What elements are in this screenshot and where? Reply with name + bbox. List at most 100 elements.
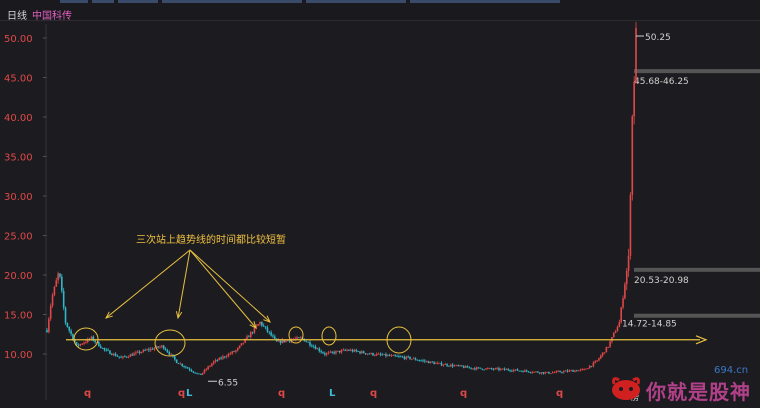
candle[interactable]: [186, 366, 189, 369]
candle[interactable]: [511, 369, 513, 373]
candle[interactable]: [416, 359, 419, 361]
candle[interactable]: [509, 369, 511, 373]
candle[interactable]: [174, 355, 176, 362]
candle[interactable]: [242, 342, 245, 345]
candle[interactable]: [109, 350, 111, 355]
candle[interactable]: [437, 361, 439, 365]
candle[interactable]: [233, 350, 235, 353]
candle[interactable]: [422, 358, 424, 363]
candle[interactable]: [209, 365, 211, 368]
candle[interactable]: [538, 372, 541, 375]
candle[interactable]: [57, 271, 59, 284]
candle[interactable]: [183, 365, 185, 369]
candle[interactable]: [162, 344, 165, 350]
candle[interactable]: [196, 372, 198, 375]
candle[interactable]: [325, 352, 328, 357]
candle[interactable]: [251, 331, 254, 335]
candle[interactable]: [111, 352, 113, 356]
candle[interactable]: [531, 370, 534, 374]
candle[interactable]: [225, 354, 228, 359]
candle[interactable]: [309, 340, 311, 348]
candle[interactable]: [418, 359, 421, 362]
candle[interactable]: [516, 368, 519, 371]
candle[interactable]: [481, 368, 484, 371]
candle[interactable]: [479, 367, 482, 369]
candle[interactable]: [146, 348, 148, 351]
candle[interactable]: [635, 21, 637, 84]
candle[interactable]: [112, 352, 115, 357]
candle[interactable]: [442, 364, 445, 367]
candle[interactable]: [64, 306, 67, 326]
candle[interactable]: [616, 325, 619, 332]
candle[interactable]: [214, 358, 217, 364]
candle[interactable]: [201, 372, 204, 376]
candle[interactable]: [594, 360, 597, 364]
candle[interactable]: [577, 370, 580, 372]
candle[interactable]: [399, 355, 402, 358]
candle[interactable]: [499, 368, 502, 371]
candle[interactable]: [579, 368, 582, 372]
candle[interactable]: [198, 373, 200, 375]
candle[interactable]: [438, 362, 441, 364]
candle[interactable]: [383, 353, 385, 356]
candle[interactable]: [322, 351, 324, 354]
candle[interactable]: [485, 368, 487, 370]
candle[interactable]: [227, 352, 230, 358]
candle[interactable]: [470, 367, 472, 370]
candle[interactable]: [451, 363, 454, 369]
candle[interactable]: [507, 368, 509, 372]
candle[interactable]: [211, 362, 213, 368]
candle[interactable]: [564, 369, 567, 372]
candle[interactable]: [537, 370, 539, 373]
candle[interactable]: [351, 348, 354, 353]
candle[interactable]: [387, 354, 389, 357]
candle[interactable]: [324, 351, 326, 357]
candle[interactable]: [603, 352, 606, 355]
candle[interactable]: [53, 285, 56, 297]
candle[interactable]: [362, 350, 365, 354]
candle[interactable]: [525, 369, 528, 373]
candle[interactable]: [453, 364, 456, 367]
candle[interactable]: [490, 367, 493, 370]
candle[interactable]: [614, 329, 617, 334]
candle[interactable]: [311, 343, 313, 348]
candle[interactable]: [381, 352, 384, 356]
candle[interactable]: [587, 368, 589, 370]
candle[interactable]: [409, 356, 411, 360]
candle[interactable]: [122, 355, 124, 360]
candle[interactable]: [474, 366, 476, 371]
candle[interactable]: [222, 354, 224, 360]
candle[interactable]: [359, 350, 361, 355]
candle[interactable]: [70, 328, 72, 337]
candle[interactable]: [424, 359, 426, 364]
candle[interactable]: [535, 371, 537, 373]
candle[interactable]: [98, 341, 100, 347]
candle[interactable]: [279, 339, 282, 345]
candle[interactable]: [142, 348, 145, 353]
candle[interactable]: [199, 373, 202, 375]
candle[interactable]: [372, 352, 374, 357]
candle[interactable]: [549, 373, 552, 375]
candle[interactable]: [138, 350, 141, 355]
candle[interactable]: [181, 363, 184, 368]
candle[interactable]: [600, 354, 602, 360]
candle[interactable]: [94, 339, 96, 344]
candle[interactable]: [340, 348, 343, 355]
candle[interactable]: [425, 360, 428, 363]
candle[interactable]: [285, 340, 287, 343]
candle[interactable]: [331, 351, 334, 354]
candle[interactable]: [524, 369, 526, 373]
candle[interactable]: [392, 354, 395, 356]
candle[interactable]: [353, 348, 356, 353]
candle[interactable]: [270, 330, 272, 337]
candle[interactable]: [218, 357, 221, 361]
candle[interactable]: [49, 303, 52, 321]
candle[interactable]: [316, 347, 319, 350]
candle[interactable]: [618, 319, 621, 328]
candle[interactable]: [412, 356, 415, 360]
candle[interactable]: [433, 361, 435, 365]
candle[interactable]: [488, 367, 491, 369]
candle[interactable]: [462, 365, 465, 369]
candle[interactable]: [164, 347, 167, 351]
candle[interactable]: [398, 354, 400, 359]
